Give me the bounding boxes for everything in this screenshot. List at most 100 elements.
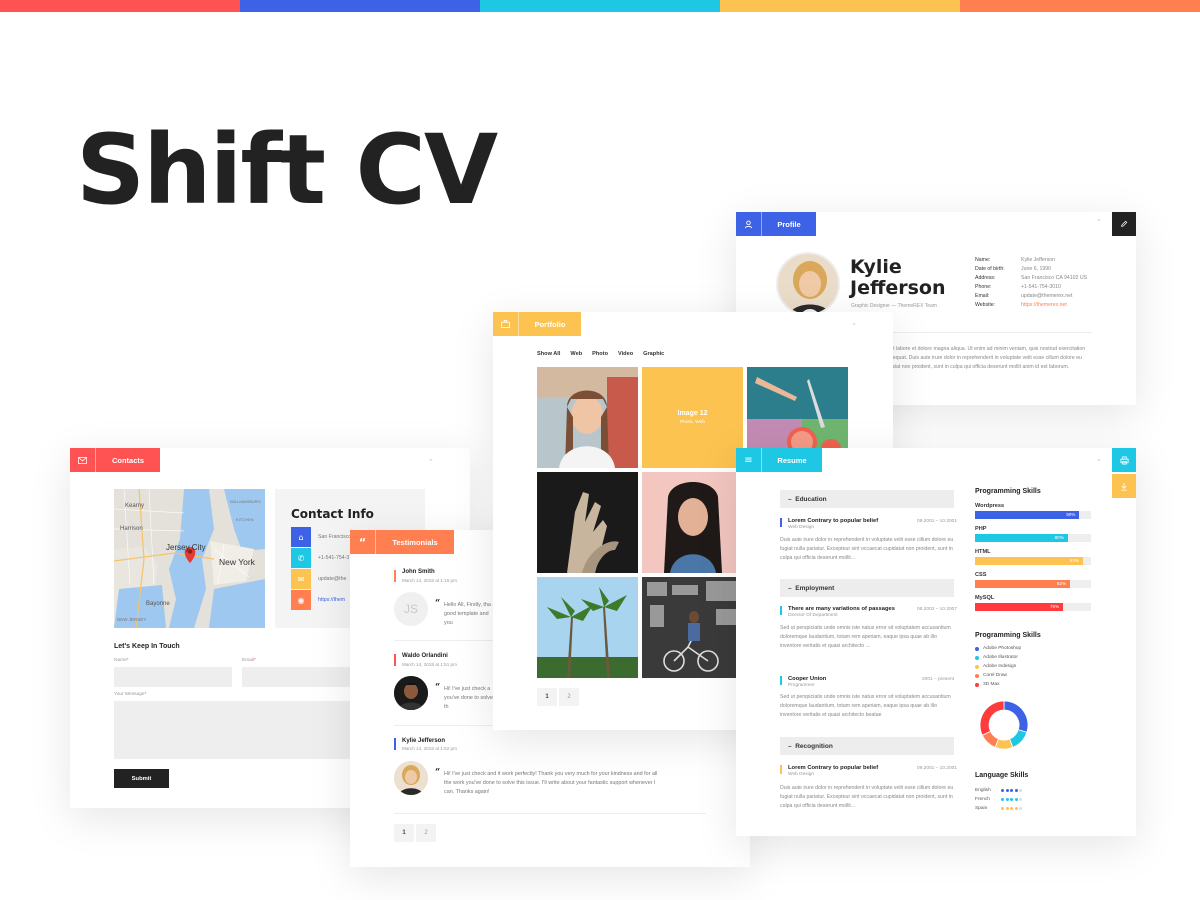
info-value: San Francisco CA 94102 US: [1021, 275, 1088, 281]
quote-mark-icon: “: [435, 599, 441, 609]
map-label: Kearny: [125, 503, 145, 509]
info-label: Address:: [975, 275, 996, 281]
page-button[interactable]: 2: [416, 824, 436, 842]
testimonial-date: March 14, 2018 at 1:51 pm: [402, 662, 457, 667]
page-button[interactable]: 1: [394, 824, 414, 842]
stripe-blue: [240, 0, 480, 12]
required-mark: *: [254, 658, 256, 663]
tab-testimonials[interactable]: “ Testimonials: [350, 530, 454, 554]
section-education[interactable]: – Education: [780, 490, 954, 508]
tab-contacts[interactable]: Contacts: [70, 448, 160, 472]
entry-text: Sed ut perspiciatis unde omnis iste natu…: [780, 694, 951, 719]
entry-title: There are many variations of passages: [788, 606, 895, 612]
language-name: English: [975, 788, 991, 793]
level-dot: [1010, 798, 1014, 801]
briefcase-icon: [493, 312, 519, 336]
legend-dot: [975, 673, 979, 678]
profile-info-table: Name: Kylie Jefferson Date of birth: June …: [975, 257, 1115, 311]
map[interactable]: Kearny Harrison Jersey City New York Bay…: [114, 489, 265, 628]
chevron-up-icon[interactable]: ⌃: [1096, 458, 1102, 466]
filter-graphic[interactable]: Graphic: [643, 351, 664, 357]
filter-photo[interactable]: Photo: [592, 351, 608, 357]
portfolio-item[interactable]: [642, 472, 743, 573]
section-recognition[interactable]: – Recognition: [780, 737, 954, 755]
stripe-orange: [960, 0, 1200, 12]
page-button[interactable]: 2: [559, 688, 579, 706]
tab-profile[interactable]: Profile: [736, 212, 816, 236]
filter-video[interactable]: Video: [618, 351, 633, 357]
chevron-up-icon[interactable]: ⌃: [1096, 218, 1102, 226]
skill-bar-fill: 90%: [975, 511, 1080, 519]
filter-web[interactable]: Web: [570, 351, 582, 357]
info-label: Email:: [975, 293, 990, 299]
info-row: Phone: +1-541-754-3010: [975, 284, 1115, 293]
download-button[interactable]: [1112, 474, 1136, 498]
name-field[interactable]: [114, 667, 232, 687]
info-label: Date of birth:: [975, 266, 1005, 272]
section-employment[interactable]: – Employment: [780, 579, 954, 597]
tab-label: Resume: [762, 448, 822, 472]
skill-bar: 80%: [975, 534, 1091, 542]
legend-label: 3D Max: [983, 682, 1000, 687]
language-level: [1001, 807, 1023, 810]
level-dot: [1005, 789, 1009, 792]
featured-title: Image 12: [677, 410, 708, 417]
email-field[interactable]: [242, 667, 352, 687]
submit-button[interactable]: Submit: [114, 769, 169, 788]
entry-date: 09.2001 – 10.2001: [917, 766, 958, 771]
name-label-text: Name: [114, 658, 127, 663]
info-value[interactable]: update@themerex.net: [1021, 293, 1072, 302]
user-icon: [736, 212, 762, 236]
info-row: Email: update@themerex.net: [975, 293, 1115, 302]
print-button[interactable]: [1112, 448, 1136, 472]
section-title: Education: [795, 495, 827, 503]
edit-button[interactable]: [1112, 212, 1136, 236]
chevron-up-icon[interactable]: ⌃: [851, 322, 857, 330]
legend-label: Adobe Photoshop: [983, 646, 1022, 651]
entry-date: 09.2001 – 10.2001: [917, 519, 958, 524]
profile-avatar: [776, 252, 840, 316]
testimonial-date: March 14, 2018 at 1:52 pm: [402, 746, 457, 751]
tab-portfolio[interactable]: Portfolio: [493, 312, 581, 336]
entry-marker: [780, 765, 782, 774]
website-link[interactable]: https://themerex.net: [1021, 302, 1067, 311]
language-row: English: [975, 788, 1035, 793]
entry-marker: [394, 738, 396, 750]
portfolio-item[interactable]: [537, 472, 638, 573]
printer-icon: [1119, 455, 1129, 465]
filter-show-all[interactable]: Show All: [537, 351, 560, 357]
email-label: Email*: [242, 658, 256, 663]
level-dot: [1014, 798, 1018, 801]
portfolio-item[interactable]: [537, 367, 638, 468]
info-row: Date of birth: June 6, 1990: [975, 266, 1115, 275]
testimonials-pagination: 1 2: [394, 824, 436, 842]
legend-item: Adobe Illustrator: [975, 655, 1018, 660]
skill-bar: 76%: [975, 603, 1091, 611]
entry-text: Sed ut perspiciatis unde omnis iste natu…: [780, 625, 951, 650]
info-value: June 6, 1990: [1021, 266, 1051, 272]
home-icon: ⌂: [291, 527, 311, 547]
tab-resume[interactable]: ≡ Resume: [736, 448, 822, 472]
portfolio-item[interactable]: [537, 577, 638, 678]
chevron-up-icon[interactable]: ⌃: [428, 458, 434, 466]
entry-marker: [780, 606, 782, 615]
skill-bar-fill: 93%: [975, 557, 1083, 565]
donut-slice: [1003, 700, 1029, 733]
skill-percent: 80%: [1054, 535, 1064, 540]
info-row: Name: Kylie Jefferson: [975, 257, 1115, 266]
legend-item: Adobe Photoshop: [975, 646, 1021, 651]
skill-bar: 90%: [975, 511, 1091, 519]
portfolio-item[interactable]: [642, 577, 743, 678]
map-label: Bayonne: [146, 601, 170, 607]
message-field[interactable]: [114, 701, 354, 759]
page-button[interactable]: 1: [537, 688, 557, 706]
divider: [394, 813, 706, 814]
level-dot: [1005, 798, 1009, 801]
portfolio-item-featured[interactable]: Image 12 Photo, Web: [642, 367, 743, 468]
skill-percent: 82%: [1056, 581, 1067, 586]
download-icon: [1121, 482, 1127, 491]
entry-marker: [780, 518, 782, 527]
entry-title: Cooper Union: [788, 676, 827, 682]
testimonial-text: Hi! I've just check and it work perfectl…: [444, 771, 658, 796]
pencil-icon: [1121, 220, 1128, 227]
